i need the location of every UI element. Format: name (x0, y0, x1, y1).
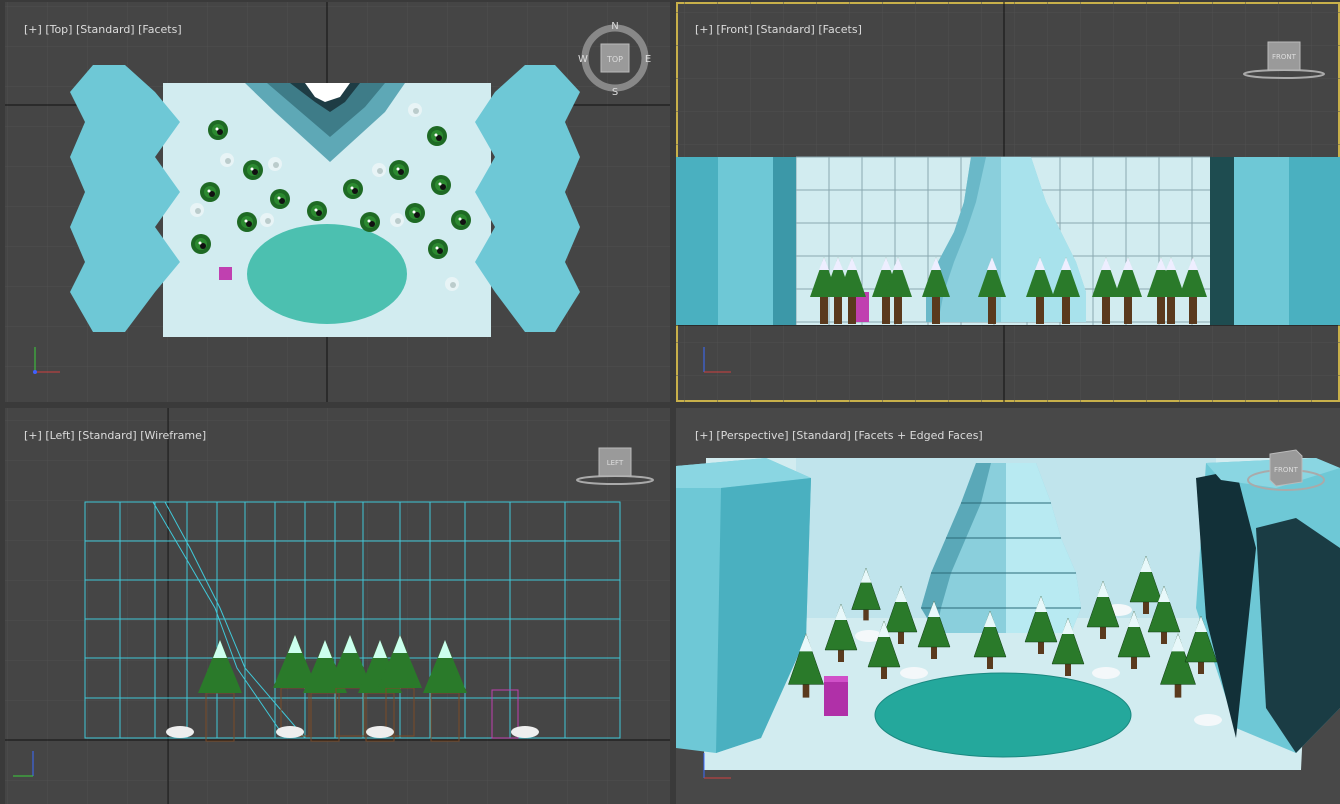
compass-s: S (612, 87, 618, 96)
tree (451, 210, 471, 230)
tree (200, 182, 220, 202)
viewcube-left[interactable]: LEFT (575, 446, 655, 488)
snowball (366, 726, 394, 738)
tree (431, 175, 451, 195)
label-render-mode[interactable]: [Facets] (138, 23, 182, 36)
viewport-top[interactable]: [+] [Top] [Standard] [Facets] TOP N S E … (5, 2, 670, 402)
snowball (166, 726, 194, 738)
label-shading-mode[interactable]: [Standard] (76, 23, 135, 36)
snowball (1092, 667, 1120, 679)
label-plus[interactable]: [+] (695, 23, 713, 36)
tree (427, 126, 447, 146)
viewport-label-perspective[interactable]: [+] [Perspective] [Standard] [Facets + E… (681, 416, 983, 455)
top-view-scene (5, 2, 670, 402)
front-view-scene (676, 2, 1340, 402)
viewport-perspective[interactable]: [+] [Perspective] [Standard] [Facets + E… (676, 408, 1340, 804)
compass-e: E (645, 54, 651, 65)
viewcube-face-label: LEFT (607, 459, 624, 467)
viewcube-face-label: FRONT (1274, 466, 1299, 474)
tree (191, 234, 211, 254)
snowball (900, 667, 928, 679)
label-plus[interactable]: [+] (24, 429, 42, 442)
tree (270, 189, 290, 209)
label-plus[interactable]: [+] (24, 23, 42, 36)
gift-box (219, 267, 232, 280)
compass-n: N (611, 21, 618, 32)
label-view[interactable]: [Top] (45, 23, 72, 36)
viewport-front[interactable]: [+] [Front] [Standard] [Facets] FRONT (676, 2, 1340, 402)
tree (237, 212, 257, 232)
snowball (1194, 714, 1222, 726)
viewcube-front[interactable]: FRONT (1242, 40, 1326, 82)
viewcube-perspective[interactable]: FRONT (1246, 444, 1326, 494)
pond (247, 224, 407, 324)
left-view-scene (5, 408, 670, 804)
label-render-mode[interactable]: [Facets + Edged Faces] (854, 429, 982, 442)
tree (360, 212, 380, 232)
tree (208, 120, 228, 140)
label-shading-mode[interactable]: [Standard] (792, 429, 851, 442)
viewport-label-top[interactable]: [+] [Top] [Standard] [Facets] (10, 10, 182, 49)
snowball (276, 726, 304, 738)
viewport-left[interactable]: [+] [Left] [Standard] [Wireframe] LEFT (5, 408, 670, 804)
label-shading-mode[interactable]: [Standard] (78, 429, 137, 442)
label-view[interactable]: [Perspective] (716, 429, 788, 442)
tree (307, 201, 327, 221)
viewcube-top[interactable]: TOP N S E W (577, 20, 653, 96)
label-view[interactable]: [Front] (716, 23, 752, 36)
viewport-label-left[interactable]: [+] [Left] [Standard] [Wireframe] (10, 416, 206, 455)
viewcube-face-label: FRONT (1272, 53, 1297, 61)
viewcube-face-label: TOP (606, 55, 623, 64)
label-view[interactable]: [Left] (45, 429, 74, 442)
tree (428, 239, 448, 259)
tree (343, 179, 363, 199)
label-render-mode[interactable]: [Wireframe] (140, 429, 206, 442)
tree (389, 160, 409, 180)
label-render-mode[interactable]: [Facets] (818, 23, 862, 36)
viewport-label-front[interactable]: [+] [Front] [Standard] [Facets] (681, 10, 862, 49)
snowball (511, 726, 539, 738)
perspective-view-scene (676, 408, 1340, 804)
tree (405, 203, 425, 223)
tree (243, 160, 263, 180)
gift-box (824, 680, 848, 716)
compass-w: W (578, 54, 588, 65)
label-shading-mode[interactable]: [Standard] (756, 23, 815, 36)
pond (874, 672, 1132, 758)
label-plus[interactable]: [+] (695, 429, 713, 442)
